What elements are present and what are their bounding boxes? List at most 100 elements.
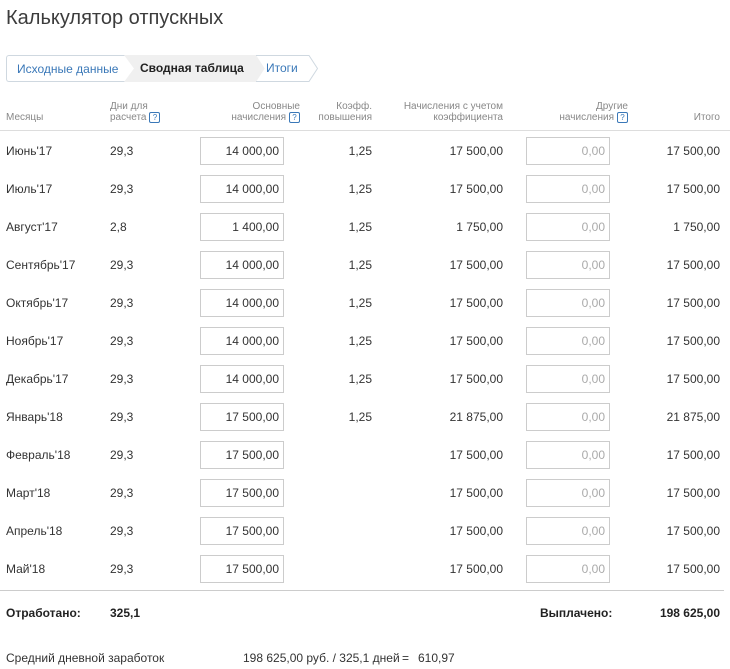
month-cell: Сентябрь'17 [6, 258, 76, 272]
days-cell: 29,3 [110, 182, 134, 196]
col-base: Основные начисления? [231, 101, 300, 123]
summary-divider [0, 590, 724, 591]
table-row: Март'18 29,3 17 500,00 17 500,00 0,00 17… [0, 474, 730, 512]
coef-cell: 1,25 [348, 220, 372, 234]
coef-cell: 1,25 [348, 410, 372, 424]
paid-value: 198 625,00 [659, 606, 720, 620]
col-accrual: Начисления с учетом коэффициента [403, 101, 503, 123]
total-cell: 17 500,00 [666, 334, 720, 348]
other-accrual-input[interactable]: 0,00 [526, 365, 610, 393]
coef-cell: 1,25 [348, 144, 372, 158]
days-cell: 29,3 [110, 524, 134, 538]
other-accrual-input[interactable]: 0,00 [526, 213, 610, 241]
total-cell: 1 750,00 [673, 220, 720, 234]
month-cell: Июнь'17 [6, 144, 53, 158]
accrual-cell: 17 500,00 [449, 562, 503, 576]
total-cell: 17 500,00 [666, 562, 720, 576]
table-row: Февраль'18 29,3 17 500,00 17 500,00 0,00… [0, 436, 730, 474]
table-row: Апрель'18 29,3 17 500,00 17 500,00 0,00 … [0, 512, 730, 550]
base-accrual-input[interactable]: 14 000,00 [200, 365, 284, 393]
col-days: Дни для расчета? [110, 101, 161, 123]
other-accrual-input[interactable]: 0,00 [526, 441, 610, 469]
month-cell: Март'18 [6, 486, 51, 500]
accrual-cell: 17 500,00 [449, 486, 503, 500]
base-accrual-input[interactable]: 1 400,00 [200, 213, 284, 241]
step-summary-table[interactable]: Сводная таблица [124, 55, 266, 82]
base-accrual-input[interactable]: 14 000,00 [200, 137, 284, 165]
total-cell: 17 500,00 [666, 182, 720, 196]
month-cell: Февраль'18 [6, 448, 71, 462]
other-accrual-input[interactable]: 0,00 [526, 479, 610, 507]
coef-cell: 1,25 [348, 258, 372, 272]
base-accrual-input[interactable]: 17 500,00 [200, 403, 284, 431]
total-cell: 17 500,00 [666, 372, 720, 386]
month-cell: Апрель'18 [6, 524, 63, 538]
other-accrual-input[interactable]: 0,00 [526, 517, 610, 545]
total-cell: 17 500,00 [666, 258, 720, 272]
table-row: Декабрь'17 29,3 14 000,00 1,25 17 500,00… [0, 360, 730, 398]
other-accrual-input[interactable]: 0,00 [526, 137, 610, 165]
other-accrual-input[interactable]: 0,00 [526, 403, 610, 431]
step-source-data[interactable]: Исходные данные [6, 55, 134, 82]
days-cell: 29,3 [110, 334, 134, 348]
days-cell: 29,3 [110, 448, 134, 462]
help-days-icon[interactable]: ? [149, 112, 161, 123]
accrual-cell: 17 500,00 [449, 258, 503, 272]
base-accrual-input[interactable]: 17 500,00 [200, 441, 284, 469]
total-cell: 17 500,00 [666, 486, 720, 500]
avg-daily-result: 610,97 [418, 651, 455, 665]
other-accrual-input[interactable]: 0,00 [526, 289, 610, 317]
accrual-cell: 17 500,00 [449, 334, 503, 348]
accrual-cell: 17 500,00 [449, 372, 503, 386]
base-accrual-input[interactable]: 14 000,00 [200, 251, 284, 279]
help-base-icon[interactable]: ? [289, 112, 300, 123]
total-cell: 17 500,00 [666, 296, 720, 310]
other-accrual-input[interactable]: 0,00 [526, 327, 610, 355]
step-results[interactable]: Итоги [256, 55, 318, 82]
days-cell: 29,3 [110, 562, 134, 576]
accrual-cell: 17 500,00 [449, 144, 503, 158]
coef-cell: 1,25 [348, 182, 372, 196]
table-row: Июль'17 29,3 14 000,00 1,25 17 500,00 0,… [0, 170, 730, 208]
total-cell: 17 500,00 [666, 524, 720, 538]
accrual-cell: 17 500,00 [449, 448, 503, 462]
days-cell: 29,3 [110, 410, 134, 424]
base-accrual-input[interactable]: 14 000,00 [200, 327, 284, 355]
table-header: Месяцы Дни для расчета? Основные начисле… [0, 98, 730, 131]
avg-daily-equals: = [402, 651, 410, 665]
avg-daily-formula: 198 625,00 руб. / 325,1 дней [243, 651, 400, 665]
base-accrual-input[interactable]: 17 500,00 [200, 517, 284, 545]
accrual-cell: 17 500,00 [449, 182, 503, 196]
month-cell: Январь'18 [6, 410, 63, 424]
table-row: Январь'18 29,3 17 500,00 1,25 21 875,00 … [0, 398, 730, 436]
col-other: Другие начисления? [559, 101, 628, 123]
base-accrual-input[interactable]: 17 500,00 [200, 555, 284, 583]
worked-label: Отработано: [6, 606, 81, 620]
accrual-cell: 17 500,00 [449, 296, 503, 310]
table-row: Май'18 29,3 17 500,00 17 500,00 0,00 17 … [0, 550, 730, 588]
total-cell: 21 875,00 [666, 410, 720, 424]
table-row: Сентябрь'17 29,3 14 000,00 1,25 17 500,0… [0, 246, 730, 284]
base-accrual-input[interactable]: 14 000,00 [200, 289, 284, 317]
table-row: Август'17 2,8 1 400,00 1,25 1 750,00 0,0… [0, 208, 730, 246]
col-month: Месяцы [6, 112, 44, 123]
days-cell: 29,3 [110, 372, 134, 386]
table-row: Июнь'17 29,3 14 000,00 1,25 17 500,00 0,… [0, 132, 730, 170]
month-cell: Декабрь'17 [6, 372, 69, 386]
month-cell: Август'17 [6, 220, 58, 234]
other-accrual-input[interactable]: 0,00 [526, 555, 610, 583]
base-accrual-input[interactable]: 17 500,00 [200, 479, 284, 507]
col-total: Итого [693, 112, 720, 123]
accrual-cell: 21 875,00 [449, 410, 503, 424]
days-cell: 2,8 [110, 220, 127, 234]
accrual-cell: 17 500,00 [449, 524, 503, 538]
month-cell: Июль'17 [6, 182, 53, 196]
other-accrual-input[interactable]: 0,00 [526, 251, 610, 279]
coef-cell: 1,25 [348, 296, 372, 310]
coef-cell: 1,25 [348, 372, 372, 386]
col-coef: Коэфф. повышения [318, 101, 372, 123]
base-accrual-input[interactable]: 14 000,00 [200, 175, 284, 203]
other-accrual-input[interactable]: 0,00 [526, 175, 610, 203]
month-cell: Май'18 [6, 562, 46, 576]
days-cell: 29,3 [110, 486, 134, 500]
